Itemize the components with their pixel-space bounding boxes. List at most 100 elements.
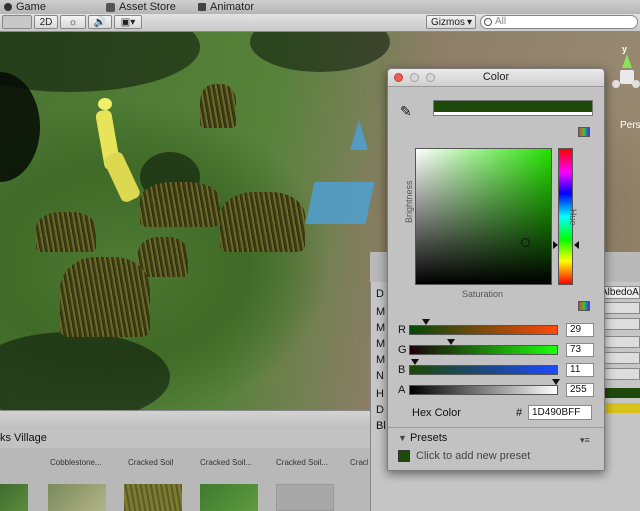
character-head[interactable] xyxy=(98,98,112,110)
hue-marker-left[interactable] xyxy=(553,241,558,249)
tab-animator[interactable]: Animator xyxy=(198,0,254,14)
presets-menu-icon[interactable]: ▾≡ xyxy=(580,435,590,446)
search-icon xyxy=(484,18,492,26)
speaker-icon: 🔊 xyxy=(93,17,107,28)
tab-game-label: Game xyxy=(16,1,46,13)
axis-cone[interactable] xyxy=(632,80,640,88)
asset-label: Cobblestone... xyxy=(50,458,102,467)
y-axis-cone[interactable] xyxy=(622,54,632,68)
minimize-window-button[interactable] xyxy=(410,73,419,82)
inspector-field[interactable] xyxy=(604,318,640,330)
ground-shadow xyxy=(0,332,170,410)
asset-thumbnail[interactable] xyxy=(0,484,28,511)
red-slider-handle[interactable] xyxy=(421,319,430,325)
inspector-label: M xyxy=(376,322,386,334)
asset-label: Cracked Soil xyxy=(128,458,174,467)
scene-orientation-gizmo[interactable]: y Pers xyxy=(612,44,640,131)
triangle-down-icon: ▼ xyxy=(398,433,407,443)
gizmos-dropdown[interactable]: Gizmos ▾ xyxy=(426,15,476,29)
grass-tuft xyxy=(200,84,236,128)
scene-effects-dropdown[interactable]: ▣▾ xyxy=(114,15,142,29)
divider xyxy=(388,427,604,428)
breadcrumb[interactable]: ks Village xyxy=(0,432,47,444)
scene-toolbar: 2D ☼ 🔊 ▣▾ Gizmos ▾ All xyxy=(0,14,640,32)
green-channel-slider[interactable] xyxy=(409,345,558,355)
zoom-window-button[interactable] xyxy=(426,73,435,82)
red-value-field[interactable]: 29 xyxy=(566,323,594,337)
blue-channel-slider[interactable] xyxy=(409,365,558,375)
tab-animator-label: Animator xyxy=(210,1,255,13)
presets-label: Presets xyxy=(409,432,448,444)
shading-mode-dropdown[interactable] xyxy=(2,15,32,29)
asset-label: Cracked Soi... xyxy=(350,458,368,467)
asset-thumbnail[interactable] xyxy=(48,484,106,511)
scene-lighting-toggle[interactable]: ☼ xyxy=(60,15,86,29)
grass-tuft xyxy=(220,192,305,252)
tab-asset-store[interactable]: Asset Store xyxy=(106,0,176,14)
axis-cone[interactable] xyxy=(612,80,620,88)
tab-game[interactable]: Game xyxy=(4,0,46,14)
inspector-field[interactable] xyxy=(604,352,640,364)
scene-search-input[interactable]: All xyxy=(480,15,638,29)
inspector-label: M xyxy=(376,338,386,350)
color-mode-icon[interactable] xyxy=(578,127,590,137)
alpha-slider-handle[interactable] xyxy=(552,379,560,385)
close-window-button[interactable] xyxy=(394,73,403,82)
inspector-label: M xyxy=(376,354,386,366)
saturation-brightness-field[interactable] xyxy=(415,148,552,285)
scene-audio-toggle[interactable]: 🔊 xyxy=(88,15,112,29)
chevron-down-icon: ▾ xyxy=(466,17,472,28)
new-preset-swatch[interactable] xyxy=(398,450,410,462)
slider-mode-icon[interactable] xyxy=(578,301,590,311)
blue-value-field[interactable]: 11 xyxy=(566,363,594,377)
color-swatch[interactable] xyxy=(604,403,640,413)
inspector-label: H xyxy=(376,388,384,400)
asset-label: Cracked Soil... xyxy=(200,458,253,467)
image-icon: ▣▾ xyxy=(120,17,136,28)
inspector-label: D xyxy=(376,404,384,416)
green-slider-handle[interactable] xyxy=(447,339,456,345)
sun-icon: ☼ xyxy=(68,17,78,28)
alpha-channel-label: A xyxy=(398,384,406,396)
game-icon xyxy=(4,3,12,11)
eyedropper-icon[interactable]: ✎ xyxy=(400,103,412,120)
grass-tuft xyxy=(36,212,96,252)
hex-color-input[interactable]: 1D490BFF xyxy=(528,405,592,420)
green-value-field[interactable]: 73 xyxy=(566,343,594,357)
grass-tuft xyxy=(60,257,150,337)
character-legs[interactable] xyxy=(102,150,142,204)
inspector-field[interactable] xyxy=(604,368,640,380)
asset-thumbnail[interactable] xyxy=(200,484,258,511)
mode-2d-button[interactable]: 2D xyxy=(34,15,58,29)
asset-thumbnail[interactable] xyxy=(276,484,334,511)
inspector-field[interactable] xyxy=(604,336,640,348)
hue-label: Hue xyxy=(568,209,578,226)
color-selection-marker[interactable] xyxy=(521,238,530,247)
red-channel-slider[interactable] xyxy=(409,325,558,335)
presets-foldout[interactable]: ▼ Presets xyxy=(398,432,447,444)
color-picker-titlebar[interactable]: Color xyxy=(388,69,604,87)
blue-slider-handle[interactable] xyxy=(411,359,420,365)
inspector-label: D xyxy=(376,288,384,300)
tab-asset-store-label: Asset Store xyxy=(119,1,176,13)
tree-shadow xyxy=(0,32,200,92)
hue-marker-right[interactable] xyxy=(574,241,579,249)
brightness-label-text: Brightness xyxy=(404,180,414,223)
scene-search-text: All xyxy=(495,16,507,27)
window-tab-bar: Game Asset Store Animator xyxy=(0,0,640,15)
blue-channel-label: B xyxy=(398,364,406,376)
add-preset-button[interactable]: Click to add new preset xyxy=(416,450,530,462)
albedo-field[interactable]: AlbedoA xyxy=(600,286,640,299)
alpha-value-field[interactable]: 255 xyxy=(566,383,594,397)
asset-label: Cracked Soil... xyxy=(276,458,329,467)
alpha-channel-slider[interactable] xyxy=(409,385,558,395)
inspector-field[interactable] xyxy=(604,302,640,314)
hex-prefix: # xyxy=(516,407,523,419)
asset-thumbnail[interactable] xyxy=(124,484,182,511)
perspective-label[interactable]: Pers xyxy=(620,120,640,131)
grass-tuft xyxy=(140,182,220,227)
gizmos-label: Gizmos xyxy=(431,17,465,28)
saturation-label: Saturation xyxy=(462,289,504,299)
red-channel-label: R xyxy=(398,324,406,336)
emission-color-swatch[interactable] xyxy=(604,388,640,398)
